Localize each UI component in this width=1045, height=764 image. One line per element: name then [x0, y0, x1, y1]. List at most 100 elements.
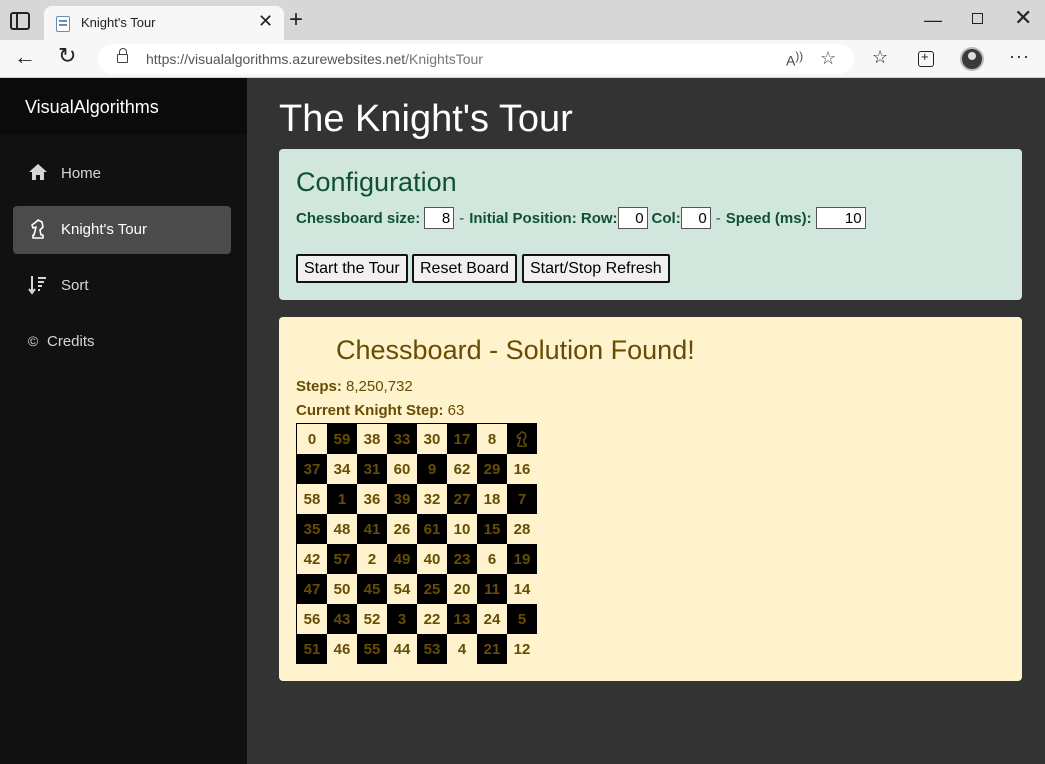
home-icon	[28, 162, 48, 184]
favorites-icon[interactable]: ☆	[872, 47, 888, 68]
board-cell: 16	[507, 454, 537, 484]
board-cell: 12	[507, 634, 537, 664]
board-cell: 22	[417, 604, 447, 634]
board-cell: 3	[387, 604, 417, 634]
knight-icon	[28, 218, 48, 240]
sidebar-item-credits[interactable]: © Credits	[13, 318, 231, 366]
board-cell: 21	[477, 634, 507, 664]
sidebar-item-knights-tour[interactable]: Knight's Tour	[13, 206, 231, 254]
board-cell: 27	[447, 484, 477, 514]
sidebar-item-label: Home	[61, 165, 102, 182]
maximize-icon[interactable]	[972, 13, 983, 24]
sidebar-item-label: Sort	[61, 277, 89, 294]
collections-icon[interactable]	[918, 49, 934, 67]
page-favicon-icon	[56, 16, 70, 32]
board-cell: 34	[327, 454, 357, 484]
sidebar-item-label: Knight's Tour	[61, 221, 147, 238]
chessboard-title: Chessboard - Solution Found!	[336, 335, 695, 365]
board-cell: 56	[297, 604, 327, 634]
board-cell: 25	[417, 574, 447, 604]
sidebar-item-sort[interactable]: Sort	[13, 262, 231, 310]
board-cell: 59	[327, 424, 357, 454]
read-aloud-icon[interactable]: A))	[786, 50, 803, 69]
board-cell: 40	[417, 544, 447, 574]
sort-icon	[28, 274, 48, 296]
board-cell: 39	[387, 484, 417, 514]
board-cell: 31	[357, 454, 387, 484]
copyright-icon: ©	[27, 333, 39, 349]
current-step-stat: Current Knight Step: 63	[296, 402, 464, 419]
board-cell: 7	[507, 484, 537, 514]
configuration-form-row: Chessboard size: - Initial Position: Row…	[296, 206, 866, 230]
add-favorite-icon[interactable]: ☆	[820, 48, 836, 69]
sidebar: VisualAlgorithms Home Knight's Tour Sort…	[0, 78, 247, 764]
close-window-icon[interactable]: ✕	[1014, 7, 1032, 29]
board-cell: 51	[297, 634, 327, 664]
board-cell: 0	[297, 424, 327, 454]
board-cell: 61	[417, 514, 447, 544]
board-cell: 62	[447, 454, 477, 484]
minimize-icon[interactable]: —	[924, 10, 942, 31]
reset-board-button[interactable]: Reset Board	[412, 254, 517, 283]
board-cell: 50	[327, 574, 357, 604]
board-cell: 15	[477, 514, 507, 544]
board-cell: 57	[327, 544, 357, 574]
browser-tab[interactable]: Knight's Tour ✕	[44, 6, 284, 40]
board-cell: 43	[327, 604, 357, 634]
board-cell: 49	[387, 544, 417, 574]
refresh-icon[interactable]: ↻	[58, 45, 76, 67]
lock-icon[interactable]	[117, 48, 128, 63]
speed-input[interactable]	[815, 207, 866, 229]
board-cell: 26	[387, 514, 417, 544]
board-cell: 18	[477, 484, 507, 514]
url-text: https://visualalgorithms.azurewebsites.n…	[146, 51, 483, 67]
sidebar-item-home[interactable]: Home	[13, 150, 231, 198]
knight-icon	[507, 424, 537, 454]
board-cell: 32	[417, 484, 447, 514]
browser-tab-bar: Knight's Tour ✕ + — ✕	[0, 0, 1045, 40]
separator: -	[459, 209, 465, 227]
sidebar-item-label: Credits	[47, 333, 95, 350]
board-cell: 2	[357, 544, 387, 574]
url-path: /KnightsTour	[405, 51, 483, 67]
close-tab-icon[interactable]: ✕	[258, 12, 273, 30]
board-cell: 54	[387, 574, 417, 604]
board-cell: 11	[477, 574, 507, 604]
board-cell: 52	[357, 604, 387, 634]
configuration-panel: Configuration Chessboard size: - Initial…	[279, 149, 1022, 300]
back-arrow-icon[interactable]: ←	[14, 46, 36, 68]
new-tab-icon[interactable]: +	[289, 8, 303, 32]
board-cell: 24	[477, 604, 507, 634]
board-cell: 48	[327, 514, 357, 544]
start-tour-button[interactable]: Start the Tour	[296, 254, 408, 283]
board-cell: 37	[297, 454, 327, 484]
col-input[interactable]	[680, 207, 711, 229]
board-cell: 58	[297, 484, 327, 514]
board-cell: 30	[417, 424, 447, 454]
profile-avatar[interactable]	[960, 47, 984, 71]
board-cell: 28	[507, 514, 537, 544]
tab-actions-icon[interactable]	[10, 12, 30, 30]
col-label: Col:	[651, 209, 681, 227]
board-cell: 46	[327, 634, 357, 664]
more-menu-icon[interactable]: ···	[1009, 46, 1030, 67]
board-cell: 60	[387, 454, 417, 484]
board-cell: 35	[297, 514, 327, 544]
board-cell: 55	[357, 634, 387, 664]
brand-link[interactable]: VisualAlgorithms	[25, 97, 159, 118]
board-cell: 53	[417, 634, 447, 664]
speed-label: Speed (ms):	[725, 209, 812, 227]
brand-bar: VisualAlgorithms	[0, 78, 247, 134]
chessboard-grid: 0 59 38 33 30 17 8 37 34 31 60 9 62 29 16 58 1 36 39 32 27 18…	[296, 423, 537, 664]
chessboard-size-input[interactable]	[424, 207, 455, 229]
url-host: https://visualalgorithms.azurewebsites.n…	[146, 51, 406, 67]
board-cell: 23	[447, 544, 477, 574]
board-cell: 33	[387, 424, 417, 454]
start-stop-refresh-button[interactable]: Start/Stop Refresh	[522, 254, 670, 283]
address-bar-row: ← ↻ https://visualalgorithms.azurewebsit…	[0, 40, 1045, 78]
separator: -	[715, 209, 721, 227]
board-cell: 5	[507, 604, 537, 634]
url-field[interactable]: https://visualalgorithms.azurewebsites.n…	[98, 44, 854, 74]
row-input[interactable]	[617, 207, 648, 229]
board-cell: 38	[357, 424, 387, 454]
